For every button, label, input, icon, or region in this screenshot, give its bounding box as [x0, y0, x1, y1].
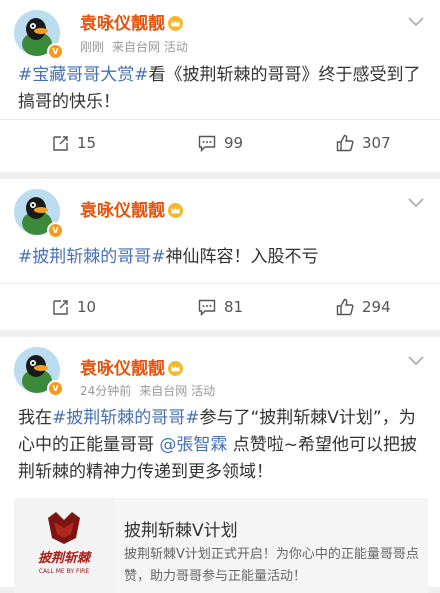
- crown-icon: [168, 16, 183, 31]
- repost-icon: [53, 135, 68, 151]
- action-bar: 15 99 307: [0, 119, 440, 166]
- topic-link[interactable]: #披荆斩棘的哥哥#: [18, 247, 166, 267]
- svg-text:CALL ME BY FIRE: CALL ME BY FIRE: [39, 568, 90, 575]
- chevron-down-icon[interactable]: [408, 356, 424, 366]
- username-text[interactable]: 袁咏仪靓靓: [80, 359, 165, 379]
- chevron-down-icon[interactable]: [408, 198, 424, 208]
- post-card-2: V 袁咏仪靓靓 #披荆斩棘的哥哥#神仙阵容！入股不亏 10 81 294: [0, 179, 440, 330]
- svg-text:披荆斩棘: 披荆斩棘: [38, 550, 92, 566]
- comment-button[interactable]: 99: [198, 120, 243, 166]
- crown-icon: [168, 361, 183, 376]
- topic-link[interactable]: #披荆斩棘的哥哥#: [52, 408, 200, 428]
- repost-count: 15: [77, 134, 97, 152]
- post-text-body: 我在: [18, 408, 52, 428]
- repost-count: 10: [77, 298, 97, 316]
- repost-icon: [53, 299, 68, 315]
- comment-count: 99: [224, 134, 244, 152]
- username[interactable]: 袁咏仪靓靓: [80, 9, 183, 34]
- username-text[interactable]: 袁咏仪靓靓: [80, 201, 165, 221]
- link-card-description: 披荆斩棘V计划正式开启！为你心中的正能量哥哥点赞，助力哥哥参与正能量活动！: [124, 547, 419, 584]
- comment-icon: [198, 299, 216, 316]
- repost-button[interactable]: 10: [52, 284, 96, 330]
- username[interactable]: 袁咏仪靓靓: [80, 196, 183, 221]
- like-icon: [336, 298, 354, 316]
- like-button[interactable]: 307: [336, 120, 391, 166]
- link-card[interactable]: 披荆斩棘 CALL ME BY FIRE 披荆斩棘V计划 披荆斩棘V计划正式开启…: [14, 498, 428, 593]
- verified-badge-icon: V: [47, 380, 64, 397]
- post-text: 我在#披荆斩棘的哥哥#参与了“披荆斩棘V计划”，为心中的正能量哥哥 @張智霖 点…: [18, 405, 424, 486]
- topic-link[interactable]: #宝藏哥哥大赏#: [18, 65, 149, 85]
- post-source[interactable]: 来自台网 活动: [139, 384, 215, 398]
- comment-count: 81: [224, 298, 244, 316]
- username-text[interactable]: 袁咏仪靓靓: [80, 14, 165, 34]
- post-text: #宝藏哥哥大赏#看《披荆斩棘的哥哥》终于感受到了搞哥的快乐！: [18, 62, 424, 116]
- username[interactable]: 袁咏仪靓靓: [80, 354, 183, 379]
- like-count: 307: [362, 134, 391, 152]
- post-source[interactable]: 来自台网 活动: [112, 40, 188, 54]
- post-time: 刚刚: [80, 40, 105, 54]
- action-bar: 10 81 294: [0, 283, 440, 330]
- crown-icon: [168, 203, 183, 218]
- link-card-thumbnail: 披荆斩棘 CALL ME BY FIRE: [14, 498, 114, 593]
- post-text: #披荆斩棘的哥哥#神仙阵容！入股不亏: [18, 244, 424, 271]
- link-card-title: 披荆斩棘V计划: [124, 521, 238, 541]
- like-icon: [336, 134, 354, 152]
- comment-button[interactable]: 81: [198, 284, 243, 330]
- post-meta: 刚刚 来自台网 活动: [80, 38, 188, 55]
- like-count: 294: [362, 298, 391, 316]
- repost-button[interactable]: 15: [52, 120, 96, 166]
- post-text-body: 神仙阵容！入股不亏: [165, 247, 319, 267]
- post-card-3: V 袁咏仪靓靓 24分钟前 来自台网 活动 我在#披荆斩棘的哥哥#参与了“披荆斩棘…: [0, 337, 440, 593]
- verified-badge-icon: V: [47, 43, 64, 60]
- verified-badge-icon: V: [47, 222, 64, 239]
- comment-icon: [198, 135, 216, 152]
- post-meta: 24分钟前 来自台网 活动: [80, 382, 215, 399]
- chevron-down-icon[interactable]: [408, 17, 424, 27]
- post-card-1: V 袁咏仪靓靓 刚刚 来自台网 活动 #宝藏哥哥大赏#看《披荆斩棘的哥哥》终于感受…: [0, 0, 440, 172]
- like-button[interactable]: 294: [336, 284, 391, 330]
- post-time: 24分钟前: [80, 384, 132, 398]
- mention-link[interactable]: @張智霖: [159, 435, 227, 455]
